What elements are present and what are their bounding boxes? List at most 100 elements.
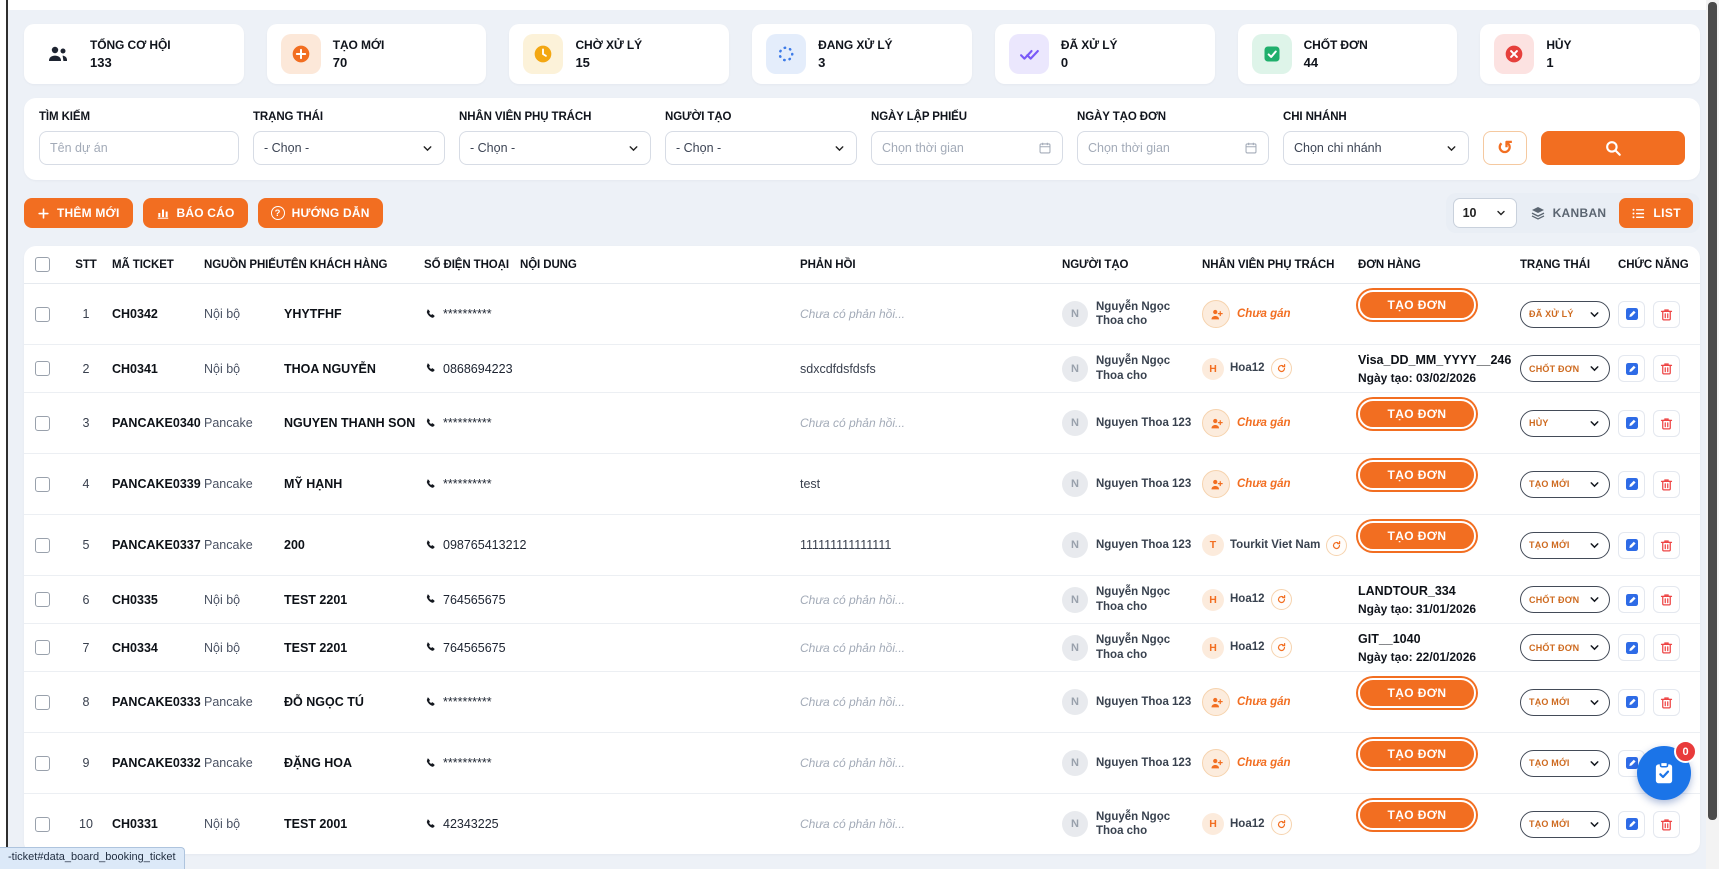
row-checkbox[interactable] bbox=[35, 361, 50, 376]
ticket-code[interactable]: CH0335 bbox=[112, 593, 204, 607]
stat-card-total: TỔNG CƠ HỘI133 bbox=[24, 24, 244, 84]
row-checkbox[interactable] bbox=[35, 640, 50, 655]
create-order-button[interactable]: TẠO ĐƠN bbox=[1358, 739, 1476, 769]
edit-button[interactable] bbox=[1618, 586, 1645, 613]
sync-assignee-button[interactable] bbox=[1326, 535, 1347, 556]
booking-ticket-page: TỔNG CƠ HỘI133 TẠO MỚI70 CHỜ XỬ LÝ15 ĐAN… bbox=[8, 10, 1719, 869]
orders-floating-button[interactable]: 0 bbox=[1637, 746, 1691, 800]
search-button[interactable] bbox=[1541, 131, 1685, 165]
create-order-button[interactable]: TẠO ĐƠN bbox=[1358, 399, 1476, 429]
delete-button[interactable] bbox=[1653, 689, 1680, 716]
phone-number: ********** bbox=[443, 695, 492, 709]
customer-name: 200 bbox=[284, 538, 424, 552]
assignee-filter-select[interactable]: - Chọn - bbox=[459, 131, 651, 165]
create-order-button[interactable]: TẠO ĐƠN bbox=[1358, 678, 1476, 708]
status-select[interactable]: CHỐT ĐƠN bbox=[1520, 355, 1610, 382]
add-new-button[interactable]: THÊM MỚI bbox=[24, 198, 133, 228]
ticket-code[interactable]: PANCAKE0333 bbox=[112, 695, 204, 709]
create-order-button[interactable]: TẠO ĐƠN bbox=[1358, 521, 1476, 551]
edit-button[interactable] bbox=[1618, 355, 1645, 382]
edit-button[interactable] bbox=[1618, 301, 1645, 328]
delete-button[interactable] bbox=[1653, 634, 1680, 661]
sync-assignee-button[interactable] bbox=[1271, 637, 1292, 658]
delete-button[interactable] bbox=[1653, 532, 1680, 559]
assign-staff-control[interactable]: Chưa gán bbox=[1202, 470, 1291, 498]
assignee-name: Hoa12 bbox=[1230, 817, 1265, 831]
status-select[interactable]: TẠO MỚI bbox=[1520, 471, 1610, 498]
select-all-checkbox[interactable] bbox=[35, 257, 50, 272]
status-select[interactable]: TẠO MỚI bbox=[1520, 811, 1610, 838]
ticket-table: STT MÃ TICKET NGUỒN PHIẾU TÊN KHÁCH HÀNG… bbox=[24, 246, 1700, 854]
status-select[interactable]: TẠO MỚI bbox=[1520, 689, 1610, 716]
assign-staff-control[interactable]: Chưa gán bbox=[1202, 300, 1291, 328]
assign-staff-control[interactable]: Chưa gán bbox=[1202, 409, 1291, 437]
ticket-code[interactable]: CH0341 bbox=[112, 362, 204, 376]
row-checkbox[interactable] bbox=[35, 538, 50, 553]
edit-button[interactable] bbox=[1618, 811, 1645, 838]
row-checkbox[interactable] bbox=[35, 756, 50, 771]
ticket-code[interactable]: CH0342 bbox=[112, 307, 204, 321]
edit-button[interactable] bbox=[1618, 689, 1645, 716]
edit-button[interactable] bbox=[1618, 410, 1645, 437]
assign-staff-control[interactable]: Chưa gán bbox=[1202, 688, 1291, 716]
col-header-creator: NGƯỜI TẠO bbox=[1062, 259, 1202, 271]
ticket-code[interactable]: CH0331 bbox=[112, 817, 204, 831]
row-checkbox[interactable] bbox=[35, 477, 50, 492]
edit-button[interactable] bbox=[1618, 471, 1645, 498]
ticket-code[interactable]: CH0334 bbox=[112, 641, 204, 655]
scrollbar-thumb[interactable] bbox=[1708, 2, 1717, 820]
status-select[interactable]: CHỐT ĐƠN bbox=[1520, 586, 1610, 613]
user-plus-icon bbox=[1202, 688, 1230, 716]
status-select[interactable]: ĐÃ XỬ LÝ bbox=[1520, 301, 1610, 328]
delete-button[interactable] bbox=[1653, 586, 1680, 613]
ticket-code[interactable]: PANCAKE0332 bbox=[112, 756, 204, 770]
edit-button[interactable] bbox=[1618, 634, 1645, 661]
branch-filter-select[interactable]: Chọn chi nhánh bbox=[1283, 131, 1469, 165]
chevron-down-icon bbox=[1588, 696, 1601, 709]
row-checkbox[interactable] bbox=[35, 307, 50, 322]
phone-number: ********** bbox=[443, 307, 492, 321]
notification-badge: 0 bbox=[1674, 740, 1697, 763]
delete-button[interactable] bbox=[1653, 811, 1680, 838]
row-checkbox[interactable] bbox=[35, 416, 50, 431]
list-view-button[interactable]: LIST bbox=[1619, 198, 1693, 228]
phone-icon bbox=[424, 362, 437, 375]
delete-button[interactable] bbox=[1653, 301, 1680, 328]
row-checkbox[interactable] bbox=[35, 592, 50, 607]
create-order-button[interactable]: TẠO ĐƠN bbox=[1358, 800, 1476, 830]
created-date-label: NGÀY LẬP PHIẾU bbox=[871, 111, 1063, 123]
customer-name: NGUYEN THANH SON bbox=[284, 416, 424, 430]
row-checkbox[interactable] bbox=[35, 817, 50, 832]
delete-button[interactable] bbox=[1653, 410, 1680, 437]
assign-staff-control[interactable]: Chưa gán bbox=[1202, 749, 1291, 777]
delete-button[interactable] bbox=[1653, 355, 1680, 382]
status-select[interactable]: CHỐT ĐƠN bbox=[1520, 634, 1610, 661]
create-order-button[interactable]: TẠO ĐƠN bbox=[1358, 290, 1476, 320]
clipboard-check-icon bbox=[1651, 760, 1677, 786]
status-select[interactable]: TẠO MỚI bbox=[1520, 750, 1610, 777]
status-select[interactable]: TẠO MỚI bbox=[1520, 532, 1610, 559]
created-date-input[interactable]: Chọn thời gian bbox=[871, 131, 1063, 165]
status-select[interactable]: HỦY bbox=[1520, 410, 1610, 437]
row-checkbox[interactable] bbox=[35, 695, 50, 710]
reset-filters-button[interactable]: ↺ bbox=[1483, 131, 1527, 165]
sync-assignee-button[interactable] bbox=[1271, 589, 1292, 610]
edit-button[interactable] bbox=[1618, 532, 1645, 559]
kanban-view-button[interactable]: KANBAN bbox=[1530, 205, 1607, 221]
search-input[interactable] bbox=[50, 141, 228, 155]
creator-filter-select[interactable]: - Chọn - bbox=[665, 131, 857, 165]
guide-button[interactable]: ?HƯỚNG DẪN bbox=[258, 198, 383, 228]
delete-button[interactable] bbox=[1653, 471, 1680, 498]
page-size-select[interactable]: 10 bbox=[1453, 198, 1517, 228]
report-button[interactable]: BÁO CÁO bbox=[143, 198, 248, 228]
ticket-code[interactable]: PANCAKE0337 bbox=[112, 538, 204, 552]
ticket-code[interactable]: PANCAKE0340 bbox=[112, 416, 204, 430]
status-filter-select[interactable]: - Chọn - bbox=[253, 131, 445, 165]
table-header: STT MÃ TICKET NGUỒN PHIẾU TÊN KHÁCH HÀNG… bbox=[24, 246, 1700, 284]
sync-assignee-button[interactable] bbox=[1271, 814, 1292, 835]
vertical-scrollbar[interactable] bbox=[1706, 0, 1719, 869]
order-date-input[interactable]: Chọn thời gian bbox=[1077, 131, 1269, 165]
sync-assignee-button[interactable] bbox=[1271, 358, 1292, 379]
ticket-code[interactable]: PANCAKE0339 bbox=[112, 477, 204, 491]
create-order-button[interactable]: TẠO ĐƠN bbox=[1358, 460, 1476, 490]
